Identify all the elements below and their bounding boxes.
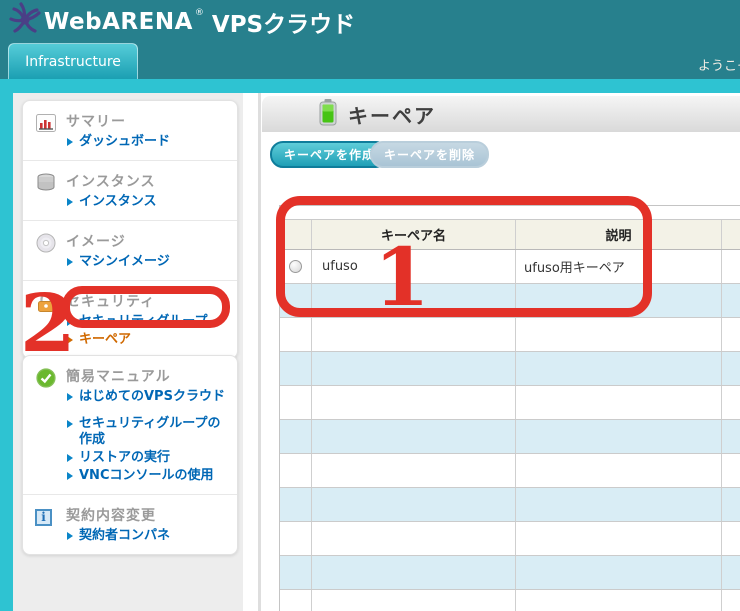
sidebar-card-help: 簡易マニュアル はじめてのVPSクラウド セキュリティグループの作成 リストアの… [22, 355, 238, 555]
sidebar-section-summary: サマリー ダッシュボード [23, 101, 237, 161]
page: WebARENA ® VPSクラウド Infrastructure ようこそ [0, 0, 740, 611]
content-divider [258, 93, 261, 611]
sidebar-section-manual: 簡易マニュアル はじめてのVPSクラウド セキュリティグループの作成 リストアの… [23, 356, 237, 495]
section-title-contract: 契約内容変更 [66, 505, 229, 525]
disc-icon [35, 231, 59, 270]
table-row-empty [280, 488, 740, 522]
sidebar-item-label: ダッシュボード [79, 134, 170, 150]
sidebar-item-label: マシンイメージ [79, 254, 170, 270]
sidebar-item-label: セキュリティグループの作成 [79, 416, 229, 448]
logo-registered-mark: ® [195, 8, 204, 18]
main-content: キーペア キーペアを作成 キーペアを削除 キーペア名 説明 ufuso ufus… [262, 93, 740, 611]
column-header-extra [722, 220, 740, 249]
sidebar-item-label: 契約者コンパネ [79, 528, 170, 544]
sidebar-item-instance[interactable]: インスタンス [66, 194, 229, 210]
top-bar: WebARENA ® VPSクラウド Infrastructure ようこそ [0, 0, 740, 79]
table-row-empty [280, 590, 740, 611]
sidebar-item-label: キーペア [79, 332, 131, 348]
table-cell-name: ufuso [312, 250, 516, 283]
section-title-security: セキュリティ [66, 291, 229, 311]
table-header-row: キーペア名 説明 [280, 220, 740, 250]
table-row-empty [280, 522, 740, 556]
table-row-empty [280, 386, 740, 420]
row-radio-button[interactable] [289, 260, 302, 273]
sidebar-item-label: セキュリティグループ [79, 314, 207, 330]
column-header-description: 説明 [516, 220, 722, 249]
sidebar-item-first-vps[interactable]: はじめてのVPSクラウド [66, 389, 229, 405]
sidebar-item-keypair[interactable]: キーペア [66, 332, 229, 348]
table-row-empty [280, 352, 740, 386]
chevron-right-icon [67, 420, 73, 428]
sidebar-card-main: サマリー ダッシュボード インスタンス [22, 100, 238, 359]
webarena-flower-icon [8, 2, 42, 42]
sidebar-section-security: セキュリティ セキュリティグループ キーペア [23, 281, 237, 358]
logo-product-text: VPSクラウド [212, 5, 355, 39]
table-row-empty [280, 318, 740, 352]
teal-accent-strip [0, 79, 740, 93]
sidebar-item-label: はじめてのVPSクラウド [79, 389, 225, 405]
section-title-summary: サマリー [66, 111, 229, 131]
sidebar-item-dashboard[interactable]: ダッシュボード [66, 134, 229, 150]
column-header-name: キーペア名 [312, 220, 516, 249]
left-accent-strip [0, 93, 13, 611]
table-row-empty [280, 454, 740, 488]
chevron-right-icon [67, 472, 73, 480]
sidebar-item-security-group[interactable]: セキュリティグループ [66, 314, 229, 330]
webarena-logo: WebARENA ® VPSクラウド [8, 2, 355, 42]
table-toolbar-strip [280, 206, 740, 220]
database-icon [35, 171, 59, 210]
chevron-right-icon [67, 336, 73, 344]
table-cell-select [280, 250, 312, 283]
section-title-manual: 簡易マニュアル [66, 366, 229, 386]
welcome-text: ようこそ [698, 55, 740, 74]
chevron-right-icon [67, 138, 73, 146]
sidebar-item-contractor-panel[interactable]: 契約者コンパネ [66, 528, 229, 544]
chevron-right-icon [67, 198, 73, 206]
page-title: キーペア [348, 100, 436, 129]
battery-icon [318, 98, 338, 130]
chevron-right-icon [67, 318, 73, 326]
chevron-right-icon [67, 532, 73, 540]
sidebar-section-image: イメージ マシンイメージ [23, 221, 237, 281]
page-header-bar: キーペア [262, 96, 740, 132]
column-header-select [280, 220, 312, 249]
bar-chart-icon [35, 111, 59, 150]
table-cell-extra [722, 250, 740, 283]
keypair-table: キーペア名 説明 ufuso ufuso用キーペア [279, 205, 740, 611]
sidebar-item-label: インスタンス [79, 194, 156, 210]
sidebar-item-label: VNCコンソールの使用 [79, 468, 213, 484]
lock-icon [35, 291, 59, 348]
sidebar-section-contract: i 契約内容変更 契約者コンパネ [23, 495, 237, 554]
delete-keypair-button[interactable]: キーペアを削除 [370, 141, 489, 168]
table-cell-description: ufuso用キーペア [516, 250, 722, 283]
chevron-right-icon [67, 393, 73, 401]
grid-empty-rows [280, 284, 740, 611]
section-title-image: イメージ [66, 231, 229, 251]
table-row-keypair: ufuso ufuso用キーペア [280, 250, 740, 284]
sidebar-item-vnc-console[interactable]: VNCコンソールの使用 [66, 468, 229, 484]
section-title-instance: インスタンス [66, 171, 229, 191]
tab-infrastructure[interactable]: Infrastructure [8, 43, 138, 79]
table-row-empty [280, 284, 740, 318]
table-row-empty [280, 420, 740, 454]
sidebar-section-instance: インスタンス インスタンス [23, 161, 237, 221]
check-circle-icon [35, 366, 59, 484]
sidebar-item-create-security-group[interactable]: セキュリティグループの作成 [66, 416, 229, 448]
logo-brand-text: WebARENA [44, 9, 193, 35]
sidebar: サマリー ダッシュボード インスタンス [13, 93, 243, 611]
info-icon: i [35, 505, 59, 544]
sidebar-item-label: リストアの実行 [79, 450, 170, 466]
sidebar-item-restore[interactable]: リストアの実行 [66, 450, 229, 466]
sidebar-item-machine-image[interactable]: マシンイメージ [66, 254, 229, 270]
chevron-right-icon [67, 454, 73, 462]
table-row-empty [280, 556, 740, 590]
chevron-right-icon [67, 258, 73, 266]
